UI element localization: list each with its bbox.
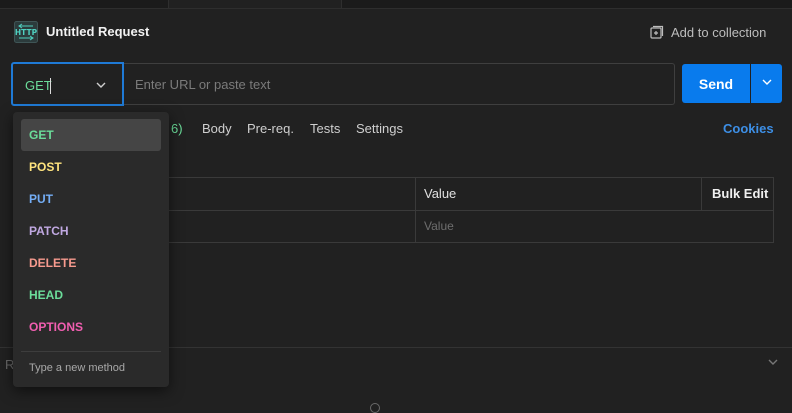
table-header-row xyxy=(151,178,773,211)
tab-strip xyxy=(0,0,792,9)
tab-pre-request[interactable]: Pre-req. xyxy=(247,121,294,137)
method-dropdown-menu: GET POST PUT PATCH DELETE HEAD OPTIONS T… xyxy=(13,112,169,387)
tab-body[interactable]: Body xyxy=(202,121,232,137)
send-options-button[interactable] xyxy=(751,64,782,103)
method-select[interactable]: GET xyxy=(11,62,124,106)
method-option-patch[interactable]: PATCH xyxy=(21,215,161,247)
tab-settings[interactable]: Settings xyxy=(356,121,403,137)
method-option-label: GET xyxy=(29,128,54,142)
column-divider xyxy=(701,178,702,210)
active-request-tab[interactable] xyxy=(168,0,342,8)
method-select-value: GET xyxy=(25,78,52,93)
url-input[interactable] xyxy=(124,64,674,104)
method-option-get[interactable]: GET xyxy=(21,119,161,151)
status-indicator-icon xyxy=(370,403,380,413)
column-divider xyxy=(415,178,416,242)
text-caret xyxy=(50,78,51,94)
column-header-value: Value xyxy=(424,186,457,201)
bulk-edit-button[interactable]: Bulk Edit xyxy=(712,187,768,201)
add-to-collection-label: Add to collection xyxy=(671,24,767,40)
send-button[interactable]: Send xyxy=(682,64,750,103)
add-to-collection-button[interactable]: Add to collection xyxy=(649,23,766,41)
method-option-options[interactable]: OPTIONS xyxy=(21,311,161,343)
http-request-icon: HTTP xyxy=(14,21,38,43)
collection-add-icon xyxy=(649,25,664,40)
chevron-down-icon xyxy=(95,78,107,95)
method-option-label: PATCH xyxy=(29,224,69,238)
url-input-wrapper xyxy=(124,63,675,105)
svg-text:HTTP: HTTP xyxy=(15,28,38,37)
method-option-label: DELETE xyxy=(29,256,77,270)
cookies-link[interactable]: Cookies xyxy=(723,121,774,137)
tab-tests[interactable]: Tests xyxy=(310,121,340,137)
method-option-head[interactable]: HEAD xyxy=(21,279,161,311)
method-option-label: POST xyxy=(29,160,62,174)
params-table: Value Bulk Edit Value xyxy=(150,177,774,243)
method-option-put[interactable]: PUT xyxy=(21,183,161,215)
method-option-label: PUT xyxy=(29,192,53,206)
method-option-delete[interactable]: DELETE xyxy=(21,247,161,279)
custom-method-input[interactable]: Type a new method xyxy=(29,362,125,375)
chevron-down-icon xyxy=(761,76,773,91)
request-title[interactable]: Untitled Request xyxy=(46,24,149,40)
method-option-label: HEAD xyxy=(29,288,64,302)
method-option-label: OPTIONS xyxy=(29,320,84,334)
dropdown-divider xyxy=(21,351,161,352)
chevron-down-icon[interactable] xyxy=(767,356,779,371)
param-value-input[interactable]: Value xyxy=(424,219,454,233)
method-option-post[interactable]: POST xyxy=(21,151,161,183)
tab-params-count[interactable]: 6) xyxy=(171,121,183,137)
